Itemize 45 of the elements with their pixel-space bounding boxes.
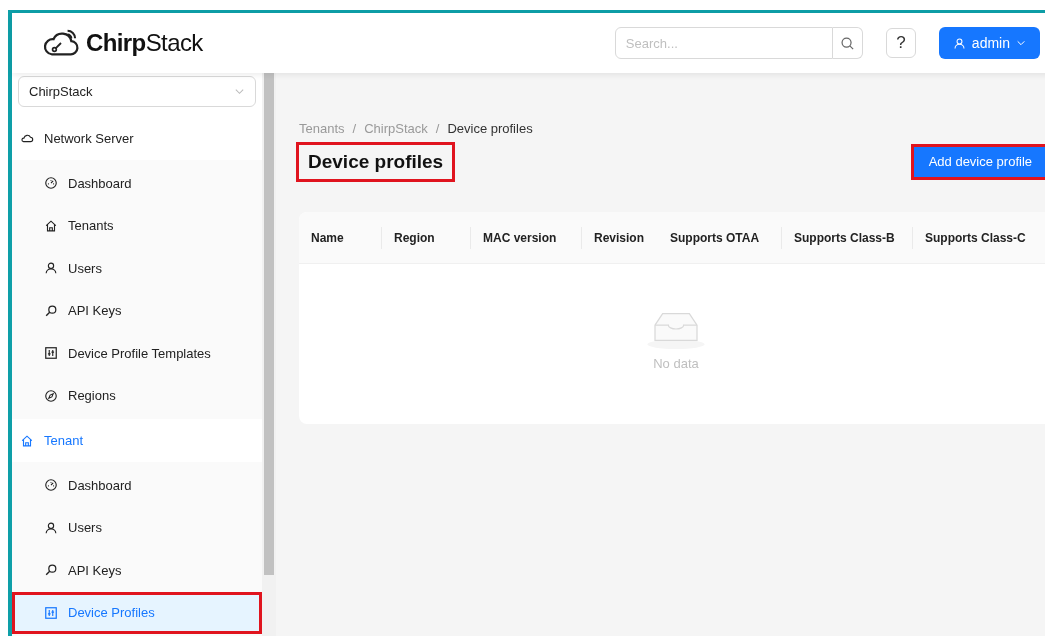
tenant-select[interactable]: ChirpStack (18, 76, 256, 108)
sliders-icon (44, 346, 58, 361)
search-field[interactable]: Search... (614, 27, 833, 59)
help-button[interactable]: ? (885, 28, 916, 58)
compass-icon (44, 388, 58, 403)
search-icon (839, 35, 855, 51)
dashboard-icon (44, 478, 58, 493)
scrollbar-thumb[interactable] (264, 73, 274, 575)
breadcrumb-current: Device profiles (447, 120, 533, 138)
column-header: Name (310, 229, 345, 247)
menu-item[interactable]: API Keys (12, 289, 262, 333)
breadcrumb-separator: / (435, 120, 440, 138)
column-header: Supports Class-C (924, 229, 1027, 247)
user-menu-button[interactable]: admin (938, 27, 1040, 59)
search-icon (44, 563, 58, 578)
user-icon (44, 520, 58, 535)
add-device-profile-button[interactable]: Add device profile (910, 143, 1045, 180)
menu-item[interactable]: Device Profiles (12, 591, 262, 634)
logo-text: ChirpStack (86, 28, 203, 58)
search-icon (44, 303, 58, 318)
column-header: Revision (593, 229, 645, 247)
menu-item[interactable]: Users (12, 247, 262, 290)
breadcrumb-separator: / (352, 120, 357, 138)
home-icon (44, 218, 58, 233)
menu-item[interactable]: Device Profile Templates (12, 332, 262, 375)
user-icon (952, 36, 966, 50)
menu-item[interactable]: Users (12, 506, 262, 549)
user-icon (44, 261, 58, 276)
menu-item[interactable]: Regions (12, 374, 262, 418)
menu-item[interactable]: Tenants (12, 204, 262, 248)
menu-item[interactable]: Dashboard (12, 162, 262, 205)
empty-text: No data (653, 355, 699, 373)
column-header: MAC version (482, 229, 558, 247)
menu-item[interactable]: API Keys (12, 549, 262, 592)
column-header: Supports Class-B (793, 229, 896, 247)
column-header: Supports OTAA (669, 229, 761, 247)
page-title: Device profiles (296, 141, 456, 182)
column-header: Region (393, 229, 436, 247)
search-button[interactable] (832, 27, 863, 59)
dashboard-icon (44, 176, 58, 191)
menu-item[interactable]: Dashboard (12, 464, 262, 507)
home-icon (20, 433, 34, 448)
sliders-icon (44, 605, 58, 620)
cloud-logo-icon (42, 28, 80, 58)
chevron-down-icon (1016, 38, 1026, 48)
